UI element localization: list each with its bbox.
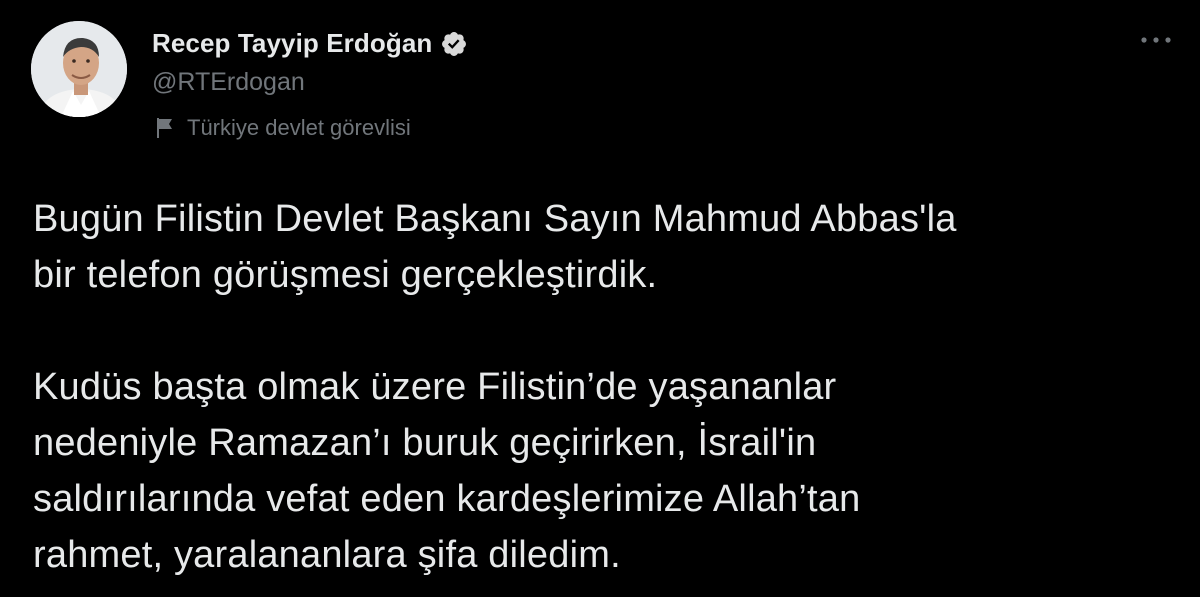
verified-badge-icon	[442, 31, 467, 56]
tweet-paragraph: Bugün Filistin Devlet Başkanı Sayın Mahm…	[33, 198, 957, 296]
avatar-image	[31, 21, 127, 117]
avatar[interactable]	[31, 21, 127, 117]
author-handle[interactable]: @RTErdogan	[152, 68, 305, 97]
affiliation-label-text: Türkiye devlet görevlisi	[187, 115, 411, 140]
affiliation-label: Türkiye devlet görevlisi	[155, 115, 411, 141]
tweet-card: Recep Tayyip Erdoğan @RTErdogan Türkiye …	[0, 0, 1200, 597]
tweet-text: Bugün Filistin Devlet Başkanı Sayın Mahm…	[33, 191, 1173, 583]
more-options-icon[interactable]	[1136, 28, 1176, 52]
flag-icon	[157, 118, 172, 138]
author-name-row[interactable]: Recep Tayyip Erdoğan	[152, 28, 468, 59]
tweet-paragraph: Kudüs başta olmak üzere Filistin’de yaşa…	[33, 366, 861, 576]
author-name[interactable]: Recep Tayyip Erdoğan	[152, 28, 432, 59]
